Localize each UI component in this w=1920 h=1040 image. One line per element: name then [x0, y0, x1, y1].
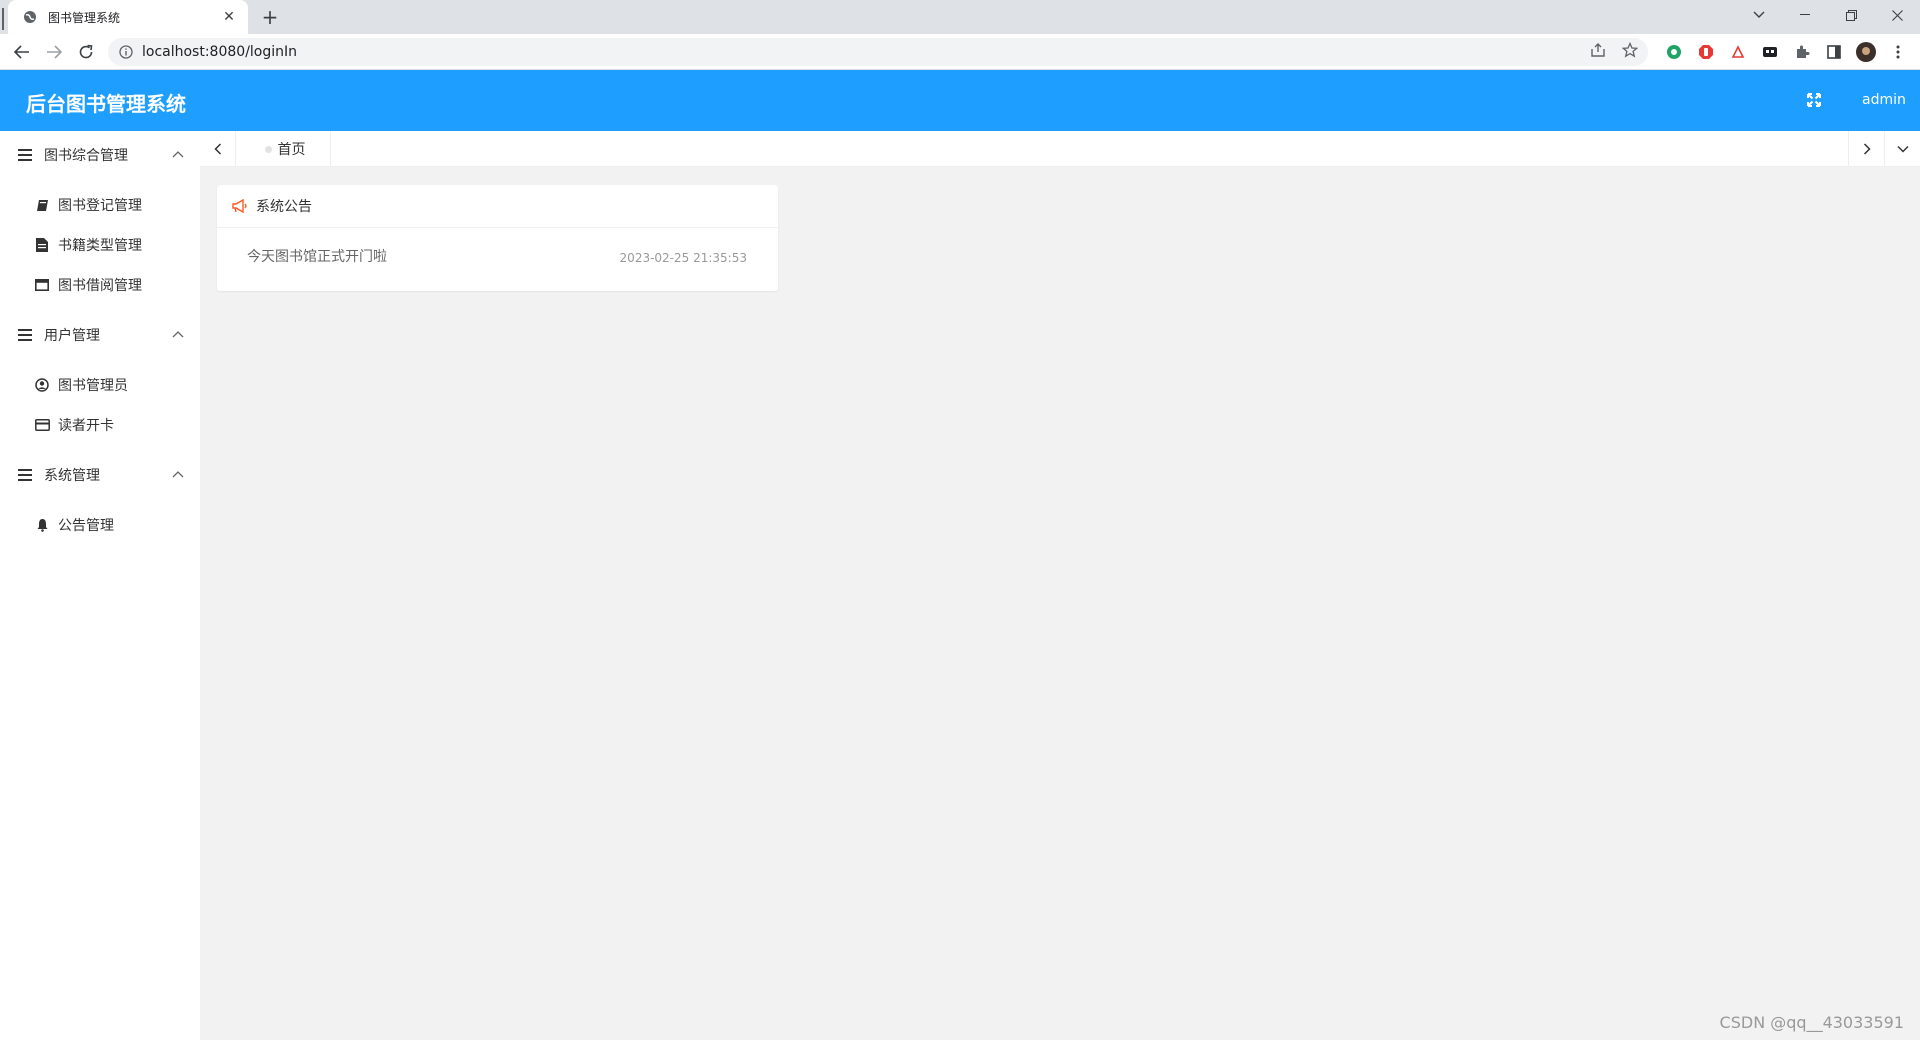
- site-info-icon[interactable]: [118, 44, 134, 60]
- megaphone-icon: [232, 199, 247, 213]
- extension-red-icon[interactable]: [1728, 42, 1748, 62]
- extension-dark-icon[interactable]: [1760, 42, 1780, 62]
- user-circle-icon: [34, 377, 50, 393]
- sidebar-group-label: 图书综合管理: [44, 148, 128, 164]
- forward-button[interactable]: [40, 38, 68, 66]
- notice-card-header: 系统公告: [217, 185, 778, 228]
- tabs-scroll-left-button[interactable]: [200, 131, 236, 167]
- close-window-button[interactable]: [1874, 0, 1920, 30]
- sidebar-item-label: 图书管理员: [58, 378, 128, 394]
- file-icon: [34, 237, 50, 253]
- browser-tab[interactable]: 图书管理系统 ✕: [8, 0, 248, 34]
- chevron-up-icon: [172, 471, 184, 478]
- tab-home[interactable]: 首页: [240, 131, 331, 167]
- menu-icon: [18, 329, 32, 341]
- sidebar: 图书综合管理 图书登记管理 书籍类型管理 图书借阅管理 用户管理 图书管理员 读…: [0, 131, 200, 1040]
- sidebar-item-label: 公告管理: [58, 518, 114, 534]
- app-header: 后台图书管理系统 admin: [0, 70, 1920, 131]
- sidebar-item-label: 图书借阅管理: [58, 278, 142, 294]
- browser-menu-icon[interactable]: [1888, 42, 1908, 62]
- fullscreen-icon[interactable]: [1806, 92, 1824, 110]
- sidebar-item-book-register[interactable]: 图书登记管理: [0, 185, 200, 225]
- globe-icon: [22, 9, 38, 25]
- notice-item-time: 2023-02-25 21:35:53: [619, 251, 747, 265]
- tab-strip-edge: [2, 8, 4, 30]
- profile-avatar[interactable]: [1856, 42, 1876, 62]
- browser-tab-strip: 图书管理系统 ✕ +: [0, 0, 1920, 34]
- notice-card-title: 系统公告: [256, 199, 312, 215]
- sidebar-group-label: 系统管理: [44, 468, 100, 484]
- sidebar-item-reader-card[interactable]: 读者开卡: [0, 405, 200, 445]
- sidebar-group-book-management[interactable]: 图书综合管理: [0, 131, 200, 179]
- url-text: localhost:8080/loginIn: [142, 44, 298, 60]
- sidebar-item-notice-management[interactable]: 公告管理: [0, 505, 200, 545]
- tab-title: 图书管理系统: [48, 10, 121, 25]
- tab-status-dot: [264, 145, 272, 153]
- restore-button[interactable]: [1828, 0, 1874, 30]
- notice-item[interactable]: 今天图书馆正式开门啦 2023-02-25 21:35:53: [217, 227, 778, 291]
- sidebar-group-system-management[interactable]: 系统管理: [0, 451, 200, 499]
- bookmark-star-icon[interactable]: [1621, 41, 1639, 62]
- side-panel-icon[interactable]: [1824, 42, 1844, 62]
- minimize-button[interactable]: [1782, 0, 1828, 30]
- tabs-scroll-right-button[interactable]: [1848, 131, 1884, 167]
- sidebar-item-book-type[interactable]: 书籍类型管理: [0, 225, 200, 265]
- chevron-up-icon: [172, 151, 184, 158]
- sidebar-item-librarian[interactable]: 图书管理员: [0, 365, 200, 405]
- new-tab-button[interactable]: +: [258, 5, 282, 29]
- share-icon[interactable]: [1590, 42, 1606, 62]
- adblock-icon[interactable]: [1696, 42, 1716, 62]
- back-button[interactable]: [8, 38, 36, 66]
- tabs-menu-button[interactable]: [1884, 131, 1920, 167]
- bell-icon: [34, 517, 50, 533]
- tab-search-chevron-icon[interactable]: [1736, 0, 1782, 30]
- extensions-puzzle-icon[interactable]: [1792, 42, 1812, 62]
- sidebar-item-label: 图书登记管理: [58, 198, 142, 214]
- browser-toolbar: localhost:8080/loginIn: [0, 34, 1920, 70]
- reload-button[interactable]: [72, 38, 100, 66]
- sidebar-group-label: 用户管理: [44, 328, 100, 344]
- notice-item-text[interactable]: 今天图书馆正式开门啦: [247, 246, 387, 266]
- chevron-up-icon: [172, 331, 184, 338]
- sidebar-group-user-management[interactable]: 用户管理: [0, 311, 200, 359]
- chevron-right-icon: [1863, 143, 1871, 155]
- chevron-down-icon: [1896, 145, 1909, 153]
- watermark: CSDN @qq__43033591: [1719, 1013, 1904, 1032]
- chevron-left-icon: [213, 143, 221, 155]
- username[interactable]: admin: [1862, 92, 1906, 108]
- credit-card-icon: [34, 417, 50, 433]
- book-icon: [34, 197, 50, 213]
- page-tabs-bar: 首页: [200, 131, 1920, 167]
- tab-home-label: 首页: [277, 142, 306, 158]
- sidebar-item-label: 读者开卡: [58, 418, 114, 434]
- menu-icon: [18, 149, 32, 161]
- sidebar-item-label: 书籍类型管理: [58, 238, 142, 254]
- menu-icon: [18, 469, 32, 481]
- window-icon: [34, 277, 50, 293]
- tab-close-icon[interactable]: ✕: [220, 8, 238, 26]
- extension-green-icon[interactable]: [1664, 42, 1684, 62]
- notice-card: 系统公告 今天图书馆正式开门啦 2023-02-25 21:35:53: [217, 185, 778, 291]
- app-title: 后台图书管理系统: [26, 92, 186, 116]
- address-bar[interactable]: localhost:8080/loginIn: [108, 38, 1648, 66]
- sidebar-item-book-borrow[interactable]: 图书借阅管理: [0, 265, 200, 305]
